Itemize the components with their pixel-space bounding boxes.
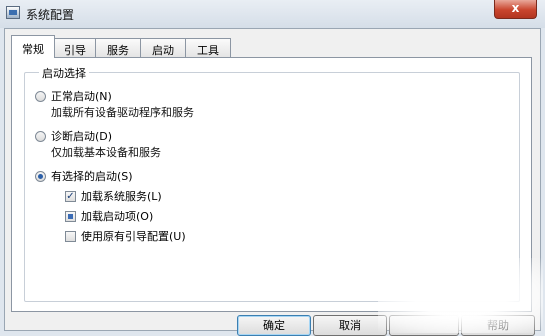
use-original-boot-config-label[interactable]: 使用原有引导配置(U) (81, 228, 186, 244)
normal-startup-description: 加载所有设备驱动程序和服务 (51, 106, 194, 119)
tab-services[interactable]: 服务 (95, 38, 141, 57)
system-config-icon (6, 6, 20, 19)
close-button[interactable]: x (494, 0, 537, 19)
tab-boot[interactable]: 引导 (54, 38, 96, 57)
load-startup-items-checkbox[interactable] (65, 211, 76, 222)
tab-general[interactable]: 常规 (11, 35, 55, 58)
title-bar: 系统配置 x (0, 0, 545, 28)
ok-button[interactable]: 确定 (237, 315, 311, 336)
normal-startup-radio[interactable] (35, 91, 46, 102)
normal-startup-label[interactable]: 正常启动(N) (51, 88, 112, 104)
diagnostic-startup-label[interactable]: 诊断启动(D) (51, 128, 112, 144)
use-original-boot-config-checkbox[interactable] (65, 231, 76, 242)
watermark-blur (378, 258, 543, 333)
load-startup-items-label[interactable]: 加载启动项(O) (81, 208, 153, 224)
selective-startup-label[interactable]: 有选择的启动(S) (51, 168, 133, 184)
load-system-services-checkbox[interactable]: ✓ (65, 191, 76, 202)
selective-startup-radio[interactable] (35, 171, 46, 182)
window-title: 系统配置 (26, 8, 75, 22)
load-system-services-label[interactable]: 加载系统服务(L) (81, 188, 162, 204)
cancel-button[interactable]: 取消 (313, 315, 387, 336)
group-label: 启动选择 (39, 65, 89, 81)
tab-startup[interactable]: 启动 (140, 38, 186, 57)
tab-tools[interactable]: 工具 (185, 38, 231, 57)
diagnostic-startup-radio[interactable] (35, 131, 46, 142)
diagnostic-startup-description: 仅加载基本设备和服务 (51, 146, 161, 159)
